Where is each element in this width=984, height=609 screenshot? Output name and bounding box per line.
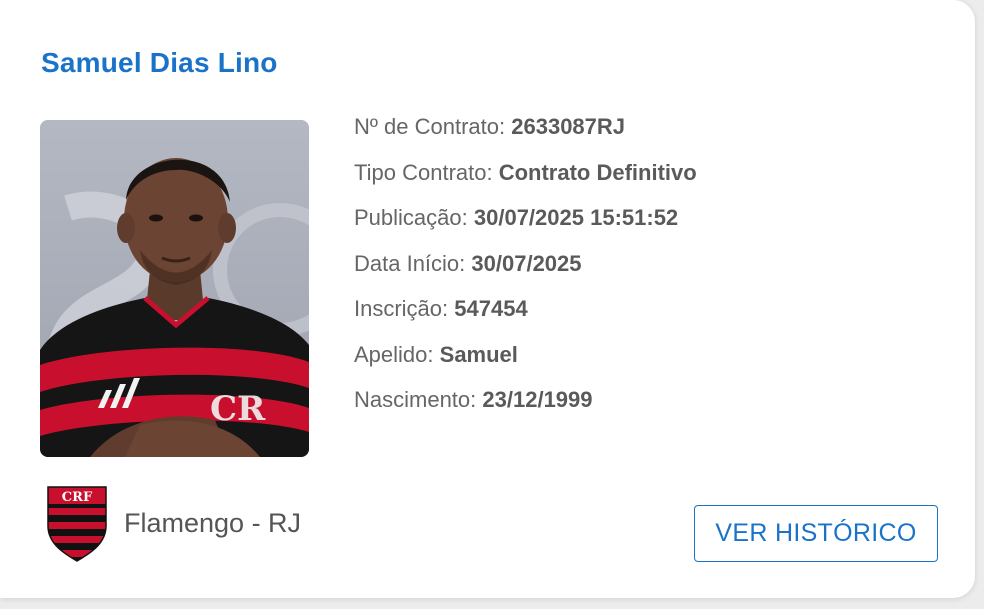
player-photo: CR [40,120,309,457]
player-name: Samuel Dias Lino [41,47,278,78]
svg-text:CR: CR [210,389,266,429]
detail-contract-type: Tipo Contrato: Contrato Definitivo [354,159,697,185]
detail-publication: Publicação: 30/07/2025 15:51:52 [354,205,679,230]
detail-birth-date: Nascimento: 23/12/1999 [354,387,593,412]
detail-nickname: Apelido: Samuel [354,341,518,367]
detail-contract-number: Nº de Contrato: 2633087RJ [354,114,626,139]
detail-start-date: Data Início: 30/07/2025 [354,250,582,276]
player-card: Samuel Dias Lino CR Nº de Contrato: 2633… [0,0,975,598]
detail-registration: Inscrição: 547454 [354,296,528,321]
view-history-button[interactable]: VER HISTÓRICO [694,505,938,562]
club-name: Flamengo - RJ [124,508,302,538]
svg-text:CRF: CRF [62,490,93,505]
flamengo-crest-icon: CRF [47,486,107,567]
contract-details: Nº de Contrato: 2633087RJ Tipo Contrato:… [354,110,697,429]
club-info: CRF Flamengo - RJ [47,486,301,567]
